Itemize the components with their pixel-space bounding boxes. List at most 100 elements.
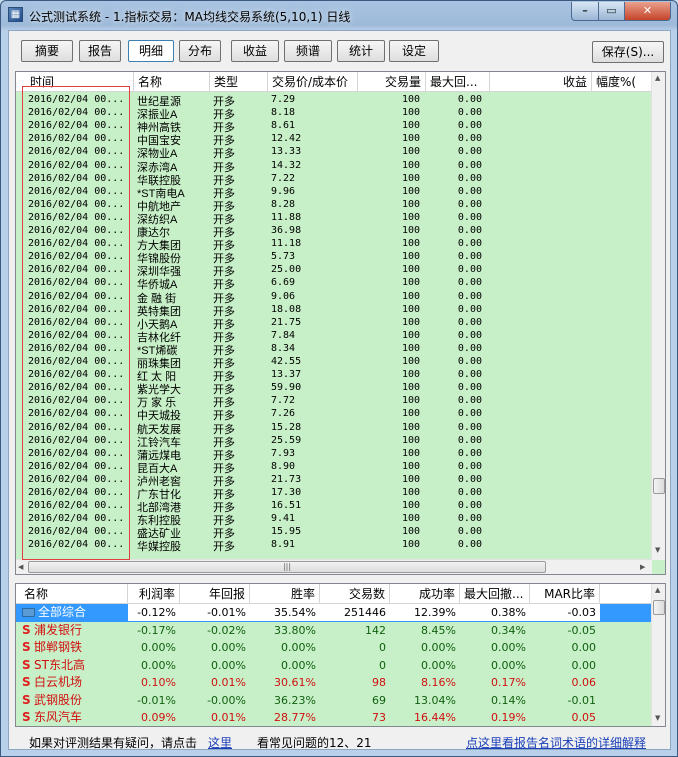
table-cell: 0.00	[457, 382, 482, 394]
table-cell: 0.00	[457, 487, 482, 498]
table-cell: 100	[401, 395, 420, 407]
summary-cell: -0.02%	[207, 623, 246, 637]
table-cell: 7.72	[271, 395, 296, 407]
table-cell: 0.00	[457, 146, 482, 158]
table-cell: 100	[401, 526, 420, 538]
summary-cell: 251446	[320, 604, 390, 621]
summary-row[interactable]: S 邯郸钢铁 0.00% 0.00% 0.00% 0 0.00% 0.00% 0.00	[16, 639, 652, 657]
table-cell: 0.00	[457, 264, 482, 276]
faq-link[interactable]: 这里	[208, 734, 232, 751]
sum-header-trades[interactable]: 交易数	[320, 584, 390, 604]
summary-scroll-down-icon[interactable]: ▼	[655, 714, 660, 722]
summary-scroll-up-icon[interactable]: ▲	[655, 586, 660, 594]
summary-cell: 0.00%	[281, 641, 316, 654]
highlight-box	[22, 86, 130, 560]
table-cell: 25.00	[271, 264, 302, 276]
scroll-right-icon[interactable]: ▶	[640, 563, 645, 571]
summary-cell: -0.01%	[137, 693, 176, 707]
glossary-link[interactable]: 点这里看报告名词术语的详细解释	[466, 734, 646, 751]
summary-cell: 0.10%	[141, 676, 176, 689]
title-bar[interactable]: ▦ 公式测试系统 - 1.指标交易：MA均线交易系统(5,10,1) 日线 – …	[1, 1, 677, 29]
table-cell: 7.26	[271, 408, 296, 420]
sum-header-winrate[interactable]: 胜率	[250, 584, 320, 604]
summary-name: 浦发银行	[34, 622, 83, 637]
tab-report[interactable]: 报告	[79, 40, 121, 62]
sum-header-name[interactable]: 名称	[16, 584, 128, 604]
main-window: ▦ 公式测试系统 - 1.指标交易：MA均线交易系统(5,10,1) 日线 – …	[0, 0, 678, 757]
tab-distribution[interactable]: 分布	[179, 40, 221, 62]
sum-header-profit-rate[interactable]: 利润率	[128, 584, 180, 604]
summary-row-selected[interactable]: 全部综合 -0.12% -0.01% 35.54% 251446 12.39% 0.38% -…	[16, 604, 652, 622]
sum-header-maxdd[interactable]: 最大回撤...	[460, 584, 530, 604]
summary-cell: 33.80%	[274, 623, 316, 637]
table-cell: 0.00	[457, 316, 482, 328]
grid-vertical-thumb[interactable]	[653, 478, 665, 494]
table-cell: 8.34	[271, 342, 296, 354]
summary-cell: 0.00	[571, 641, 597, 654]
table-cell: 0.00	[457, 238, 482, 250]
summary-row[interactable]: S ST东北高 0.00% 0.00% 0.00% 0 0.00% 0.00% 0.00	[16, 656, 652, 674]
table-cell: 14.32	[271, 159, 302, 171]
summary-name: 武钢股份	[34, 692, 83, 707]
table-cell: 100	[401, 264, 420, 276]
scroll-left-icon[interactable]: ◀	[18, 563, 23, 571]
col-header-maxdd[interactable]: 最大回...	[426, 72, 490, 92]
col-header-volume[interactable]: 交易量	[358, 72, 426, 92]
stock-s-icon: S	[22, 640, 31, 654]
table-cell: 9.96	[271, 185, 296, 197]
summary-cell: 0.00%	[421, 658, 456, 672]
grid-vertical-scrollbar[interactable]: ▲ ▼	[651, 72, 665, 560]
maximize-button[interactable]: ▭	[598, 2, 625, 21]
tab-summary[interactable]: 摘要	[21, 40, 73, 62]
summary-row[interactable]: S 东风汽车 0.09% 0.01% 28.77% 73 16.44% 0.19% 0.05	[16, 709, 652, 726]
summary-cell: 0.34%	[491, 623, 526, 637]
table-cell: 0.00	[457, 421, 482, 433]
summary-row[interactable]: S 白云机场 0.10% 0.01% 30.61% 98 8.16% 0.17% 0.06	[16, 674, 652, 692]
table-cell: 12.42	[271, 133, 302, 145]
grid-horizontal-thumb[interactable]: |||	[28, 561, 546, 573]
table-cell: 15.28	[271, 421, 302, 433]
table-cell: 100	[401, 513, 420, 525]
save-button[interactable]: 保存(S)...	[592, 41, 664, 63]
tab-spectrum[interactable]: 频谱	[284, 40, 332, 62]
col-header-type[interactable]: 类型	[210, 72, 268, 92]
grid-horizontal-scrollbar[interactable]: ◀ ||| ▶	[16, 559, 652, 574]
sum-header-success[interactable]: 成功率	[390, 584, 460, 604]
tab-detail[interactable]: 明细	[128, 40, 174, 62]
close-button[interactable]: ✕	[624, 2, 671, 21]
summary-vertical-thumb[interactable]	[653, 600, 665, 615]
stock-s-icon: S	[22, 710, 31, 724]
summary-cell: 0.00	[571, 658, 597, 672]
table-cell: 36.98	[271, 225, 302, 236]
detail-grid: 时间 名称 类型 交易价/成本价 交易量 最大回... 收益 幅度%( 2016…	[15, 71, 666, 575]
tab-statistics[interactable]: 统计	[337, 40, 385, 62]
table-cell: 13.33	[271, 146, 302, 158]
col-header-profit[interactable]: 收益	[490, 72, 592, 92]
summary-cell: 16.44%	[414, 711, 456, 724]
minimize-button[interactable]: –	[571, 2, 599, 21]
summary-row[interactable]: S 浦发银行 -0.17% -0.02% 33.80% 142 8.45% 0.34% -0.0…	[16, 621, 652, 639]
table-cell: 100	[401, 460, 420, 472]
sum-header-mar[interactable]: MAR比率	[530, 584, 600, 604]
table-cell: 0.00	[457, 369, 482, 381]
sum-header-annual[interactable]: 年回报	[180, 584, 250, 604]
col-header-range[interactable]: 幅度%(	[592, 72, 652, 92]
table-cell: 100	[401, 225, 420, 236]
col-header-name[interactable]: 名称	[134, 72, 210, 92]
tab-settings[interactable]: 设定	[389, 40, 439, 62]
summary-cell: 30.61%	[274, 676, 316, 689]
col-header-price[interactable]: 交易价/成本价	[268, 72, 358, 92]
stock-s-icon: S	[22, 657, 31, 672]
tab-returns[interactable]: 收益	[231, 40, 279, 62]
table-cell: 0.00	[457, 395, 482, 407]
summary-cell: 0.00%	[491, 658, 526, 672]
window-title: 公式测试系统 - 1.指标交易：MA均线交易系统(5,10,1) 日线	[29, 10, 351, 24]
summary-vertical-scrollbar[interactable]: ▲ ▼	[651, 584, 665, 726]
summary-cell: -0.00%	[207, 693, 246, 707]
summary-row[interactable]: S 武钢股份 -0.01% -0.00% 36.23% 69 13.04% 0.14% -0.0…	[16, 691, 652, 709]
table-cell: 59.90	[271, 382, 302, 394]
scroll-up-icon[interactable]: ▲	[655, 74, 660, 82]
table-cell: 100	[401, 408, 420, 420]
scroll-down-icon[interactable]: ▼	[655, 546, 660, 554]
summary-cell: 69	[372, 693, 386, 707]
